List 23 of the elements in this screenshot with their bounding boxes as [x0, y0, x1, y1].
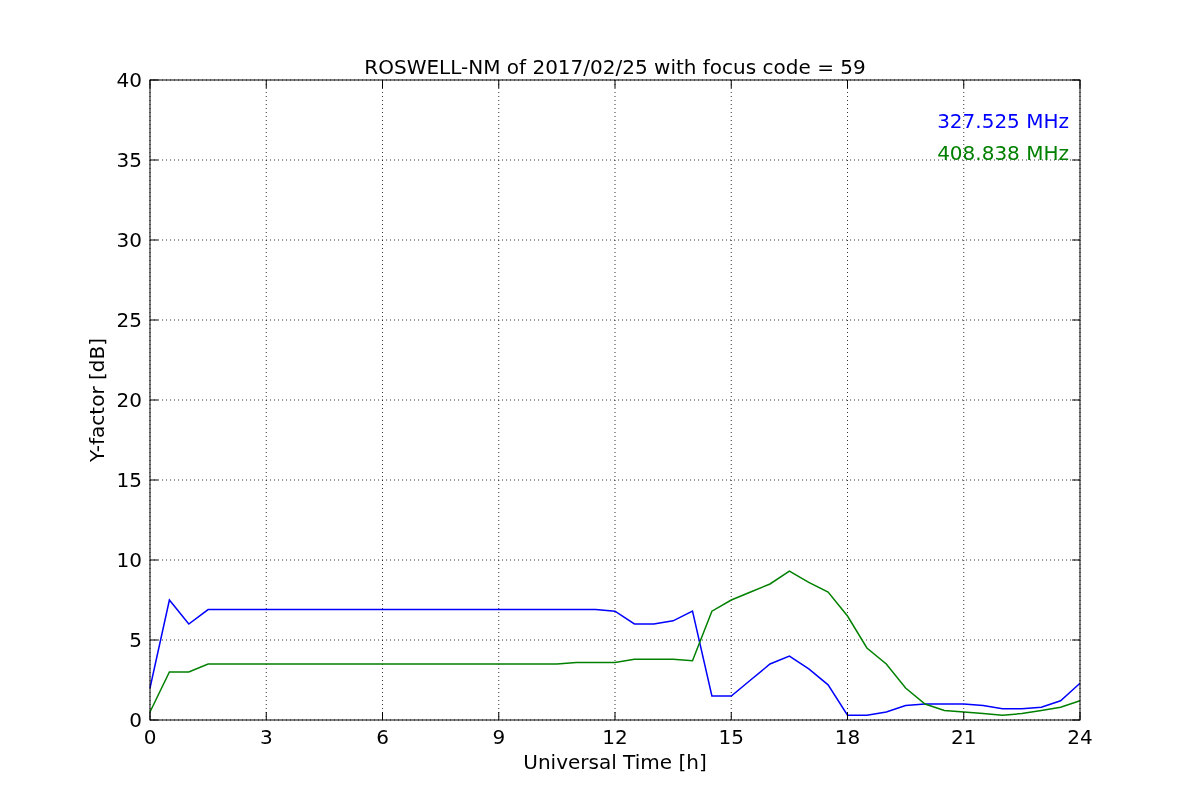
x-tick-label: 15 — [718, 725, 744, 749]
x-tick-label: 9 — [492, 725, 506, 749]
legend-label: 408.838 MHz — [937, 141, 1069, 165]
y-tick-label: 30 — [116, 228, 142, 252]
y-tick-label: 15 — [116, 468, 142, 492]
x-tick-label: 21 — [951, 725, 977, 749]
y-tick-label: 40 — [116, 68, 142, 92]
x-tick-label: 18 — [834, 725, 861, 749]
x-tick-label: 12 — [602, 725, 628, 749]
x-tick-label: 6 — [376, 725, 389, 749]
legend-label: 327.525 MHz — [937, 109, 1069, 133]
x-tick-label: 3 — [259, 725, 273, 749]
y-tick-label: 5 — [129, 628, 142, 652]
x-tick-label: 0 — [143, 725, 157, 749]
y-tick-label: 35 — [116, 148, 142, 172]
y-axis-label: Y-factor [dB] — [85, 338, 109, 462]
y-tick-label: 10 — [116, 548, 142, 572]
y-tick-label: 20 — [116, 388, 142, 412]
x-tick-label: 24 — [1067, 725, 1093, 749]
x-axis-label: Universal Time [h] — [523, 750, 707, 774]
y-tick-label: 25 — [116, 308, 142, 332]
chart-title: ROSWELL-NM of 2017/02/25 with focus code = 59 — [364, 55, 866, 79]
y-tick-label: 0 — [129, 708, 142, 732]
